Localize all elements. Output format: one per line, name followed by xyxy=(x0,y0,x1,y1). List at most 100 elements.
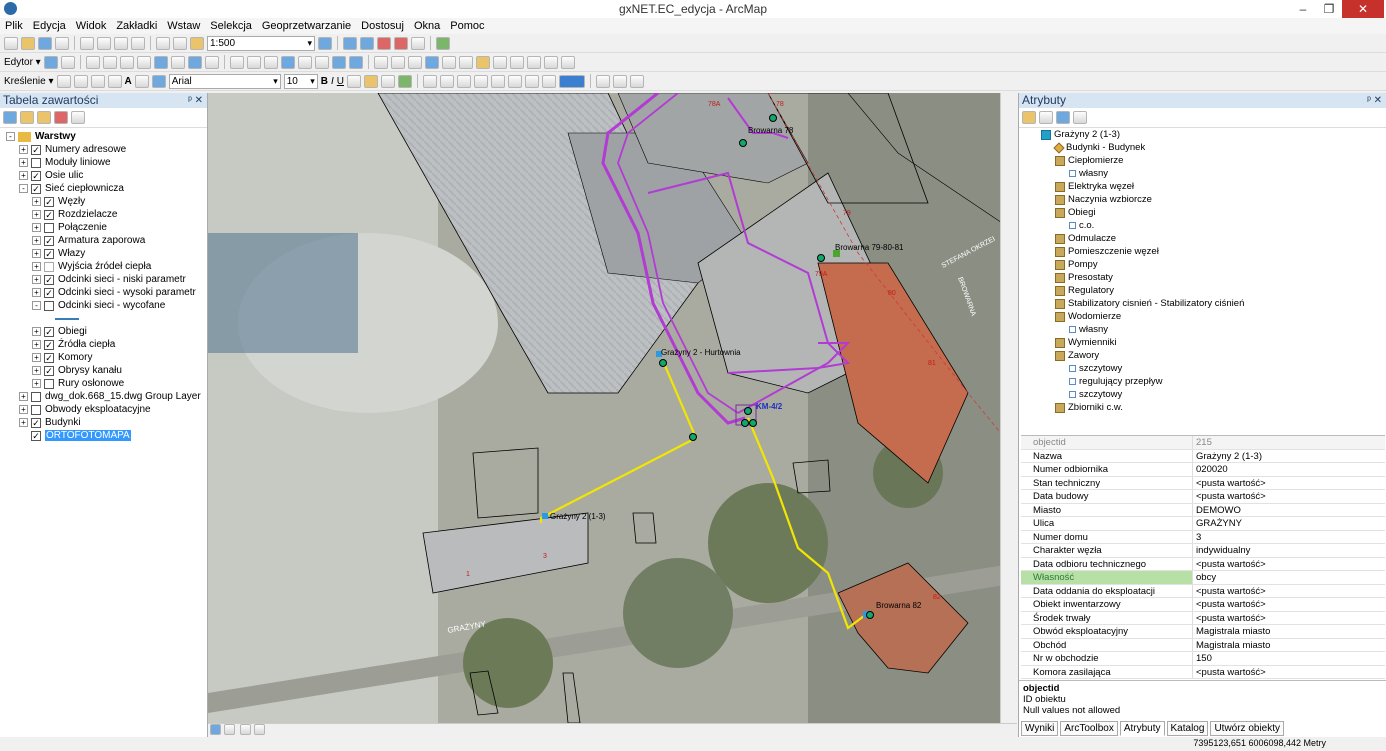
line-color-button[interactable] xyxy=(380,74,395,88)
categorized-icon[interactable] xyxy=(1022,111,1036,124)
dock-tab-1[interactable]: ArcToolbox xyxy=(1060,721,1118,736)
attribute-tree-node[interactable]: c.o. xyxy=(1069,219,1094,232)
color-swatch[interactable] xyxy=(558,74,585,88)
network-node[interactable] xyxy=(866,611,874,619)
toc-layer-row[interactable]: ✓ ORTOFOTOMAPA xyxy=(6,429,207,442)
viewer-window-button[interactable] xyxy=(560,55,575,69)
attribute-tree-label[interactable]: regulujący przepływ xyxy=(1079,376,1162,387)
georef-tool-1[interactable] xyxy=(422,74,437,88)
attribute-tree-node[interactable]: własny xyxy=(1069,167,1108,180)
scale-combo[interactable]: 1:500 xyxy=(207,35,315,51)
layer-visibility-checkbox[interactable]: ✓ xyxy=(31,417,41,428)
dock-tab-2[interactable]: Atrybuty xyxy=(1119,721,1165,736)
edit-tool-button[interactable] xyxy=(43,55,58,69)
toc-layer-row[interactable]: + ✓ Armatura zaporowa xyxy=(6,234,207,247)
layer-name[interactable]: Połączenie xyxy=(58,222,107,233)
measure-button[interactable] xyxy=(475,55,490,69)
attribute-field-value[interactable]: GRAŻYNY xyxy=(1193,517,1385,530)
trace-button[interactable] xyxy=(102,55,117,69)
attribute-row[interactable]: Ulica GRAŻYNY xyxy=(1021,517,1385,531)
attribute-row[interactable]: Numer odbiornika 020020 xyxy=(1021,463,1385,477)
toc-layer-row[interactable]: - Warstwy xyxy=(6,130,207,143)
hyperlink-button[interactable] xyxy=(441,55,456,69)
layer-name[interactable]: Odcinki sieci - wycofane xyxy=(58,300,165,311)
layer-visibility-checkbox[interactable]: ✓ xyxy=(44,287,54,298)
toc-layer-row[interactable]: + ✓ Komory xyxy=(6,351,207,364)
attribute-row[interactable]: Charakter węzła indywidualny xyxy=(1021,544,1385,558)
layer-name[interactable]: Obrysy kanału xyxy=(58,365,122,376)
fixed-zoom-out-button[interactable] xyxy=(314,55,329,69)
find-button[interactable] xyxy=(492,55,507,69)
fill-color-button[interactable] xyxy=(363,74,378,88)
maximize-button[interactable]: ❐ xyxy=(1316,0,1342,18)
expand-toggle[interactable]: + xyxy=(32,197,41,206)
layer-name[interactable]: Węzły xyxy=(58,196,85,207)
attribute-tree-node[interactable]: Odmulacze xyxy=(1055,232,1116,245)
clear-selection-button[interactable] xyxy=(390,55,405,69)
toc-layer-row[interactable]: + dwg_dok.668_15.dwg Group Layer xyxy=(6,390,207,403)
attribute-row[interactable]: Środek trwały <pusta wartość> xyxy=(1021,611,1385,625)
dock-tab-0[interactable]: Wyniki xyxy=(1021,721,1059,736)
list-by-drawing-order-icon[interactable] xyxy=(3,111,17,124)
toc-layer-row[interactable]: + Połączenie xyxy=(6,221,207,234)
attribute-tree-label[interactable]: szczytowy xyxy=(1079,389,1122,400)
expand-toggle[interactable]: + xyxy=(32,236,41,245)
attribute-row[interactable]: Komora zasilająca <pusta wartość> xyxy=(1021,665,1385,679)
attribute-field-value[interactable]: <pusta wartość> xyxy=(1193,558,1385,571)
layer-visibility-checkbox[interactable]: ✓ xyxy=(44,339,54,350)
list-by-visibility-icon[interactable] xyxy=(37,111,51,124)
layout-tool-1[interactable] xyxy=(595,74,610,88)
toc-layer-row[interactable]: - Odcinki sieci - wycofane xyxy=(6,299,207,312)
expand-toggle[interactable]: + xyxy=(32,210,41,219)
attribute-tree-label[interactable]: Stabilizatory cisnień - Stabilizatory ci… xyxy=(1068,298,1244,309)
editor-toolbar-button[interactable] xyxy=(318,36,332,50)
expand-toggle[interactable]: + xyxy=(32,327,41,336)
toc-layer-row[interactable]: + ✓ Źródła ciepła xyxy=(6,338,207,351)
layer-name[interactable]: Obwody eksploatacyjne xyxy=(45,404,151,415)
create-features-button[interactable] xyxy=(204,55,219,69)
network-node[interactable] xyxy=(741,419,749,427)
expand-toggle[interactable]: + xyxy=(32,288,41,297)
menu-7[interactable]: Dostosuj xyxy=(356,18,409,34)
attribute-tree-node[interactable]: Wymienniki xyxy=(1055,336,1116,349)
toc-layer-row[interactable]: + ✓ Budynki xyxy=(6,416,207,429)
attribute-field-value[interactable]: Magistrala miasto xyxy=(1193,625,1385,638)
font-size-combo[interactable]: 10 xyxy=(283,73,318,89)
attribute-row[interactable]: Miasto DEMOWO xyxy=(1021,503,1385,517)
attribute-tree-label[interactable]: Ciepłomierze xyxy=(1068,155,1123,166)
attribute-tree-label[interactable]: Pompy xyxy=(1068,259,1098,270)
attribute-row[interactable]: Obchód Magistrala miasto xyxy=(1021,638,1385,652)
font-combo[interactable]: Arial xyxy=(168,73,281,89)
layout-view-button[interactable] xyxy=(224,724,235,735)
layer-name[interactable]: Obiegi xyxy=(58,326,87,337)
attribute-tree-label[interactable]: własny xyxy=(1079,168,1108,179)
zoom-in-button[interactable] xyxy=(229,55,244,69)
attribute-row[interactable]: Numer domu 3 xyxy=(1021,530,1385,544)
toc-layer-row[interactable]: + Wyjścia źródeł ciepła xyxy=(6,260,207,273)
attribute-tree-node[interactable]: Grażyny 2 (1-3) xyxy=(1041,128,1120,141)
expand-toggle[interactable]: + xyxy=(32,340,41,349)
expand-toggle[interactable]: + xyxy=(19,405,28,414)
attribute-field-value[interactable]: <pusta wartość> xyxy=(1193,477,1385,490)
attribute-field-value[interactable]: 020020 xyxy=(1193,463,1385,476)
attribute-tree-node[interactable]: szczytowy xyxy=(1069,388,1122,401)
layer-visibility-checkbox[interactable]: ✓ xyxy=(44,235,54,246)
toc-layer-row[interactable]: + ✓ Osie ulic xyxy=(6,169,207,182)
layer-name[interactable]: Włazy xyxy=(58,248,85,259)
layer-visibility-checkbox[interactable] xyxy=(44,222,54,233)
italic-button[interactable]: I xyxy=(331,76,334,87)
expand-toggle[interactable]: + xyxy=(19,392,28,401)
attribute-field-value[interactable]: <pusta wartość> xyxy=(1193,612,1385,625)
layer-name[interactable]: Moduły liniowe xyxy=(45,157,111,168)
layer-visibility-checkbox[interactable]: ✓ xyxy=(44,352,54,363)
menu-6[interactable]: Geoprzetwarzanie xyxy=(257,18,356,34)
attribute-tree-label[interactable]: szczytowy xyxy=(1079,363,1122,374)
toc-layer-row[interactable]: + ✓ Włazy xyxy=(6,247,207,260)
expand-toggle[interactable]: + xyxy=(32,379,41,388)
attribute-field-value[interactable]: <pusta wartość> xyxy=(1193,585,1385,598)
minimize-button[interactable]: – xyxy=(1290,0,1316,18)
drawing-menu[interactable]: Kreślenie ▾ xyxy=(4,76,54,87)
attribute-row[interactable]: Nazwa Grażyny 2 (1-3) xyxy=(1021,449,1385,463)
expand-toggle[interactable]: + xyxy=(32,262,41,271)
toc-layer-row[interactable]: + ✓ Rozdzielacze xyxy=(6,208,207,221)
